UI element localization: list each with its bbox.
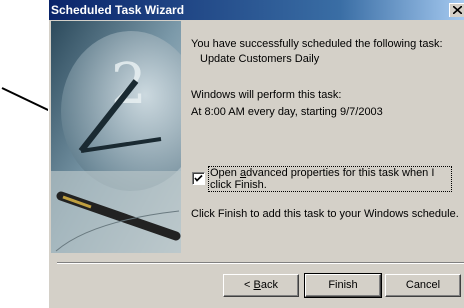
task-name: Update Customers Daily bbox=[200, 53, 320, 65]
window-title: Scheduled Task Wizard bbox=[51, 3, 185, 17]
advanced-properties-label[interactable]: Open advanced properties for this task w… bbox=[208, 166, 452, 192]
title-bar[interactable]: Scheduled Task Wizard bbox=[49, 0, 464, 20]
back-button[interactable]: < Back bbox=[223, 274, 299, 297]
wizard-window: Scheduled Task Wizard 2 You have success… bbox=[48, 0, 464, 308]
finish-hint: Click Finish to add this task to your Wi… bbox=[191, 208, 459, 220]
button-separator bbox=[57, 262, 464, 264]
perform-message: Windows will perform this task: bbox=[191, 89, 342, 101]
wizard-clock-image: 2 bbox=[51, 21, 181, 253]
cancel-button[interactable]: Cancel bbox=[385, 274, 461, 297]
checkmark-icon bbox=[194, 174, 203, 182]
success-message: You have successfully scheduled the foll… bbox=[191, 38, 443, 50]
close-icon bbox=[453, 6, 462, 14]
close-button[interactable] bbox=[449, 3, 464, 17]
schedule-summary: At 8:00 AM every day, starting 9/7/2003 bbox=[191, 106, 383, 118]
advanced-properties-checkbox[interactable] bbox=[192, 172, 205, 185]
finish-button[interactable]: Finish bbox=[304, 273, 382, 298]
